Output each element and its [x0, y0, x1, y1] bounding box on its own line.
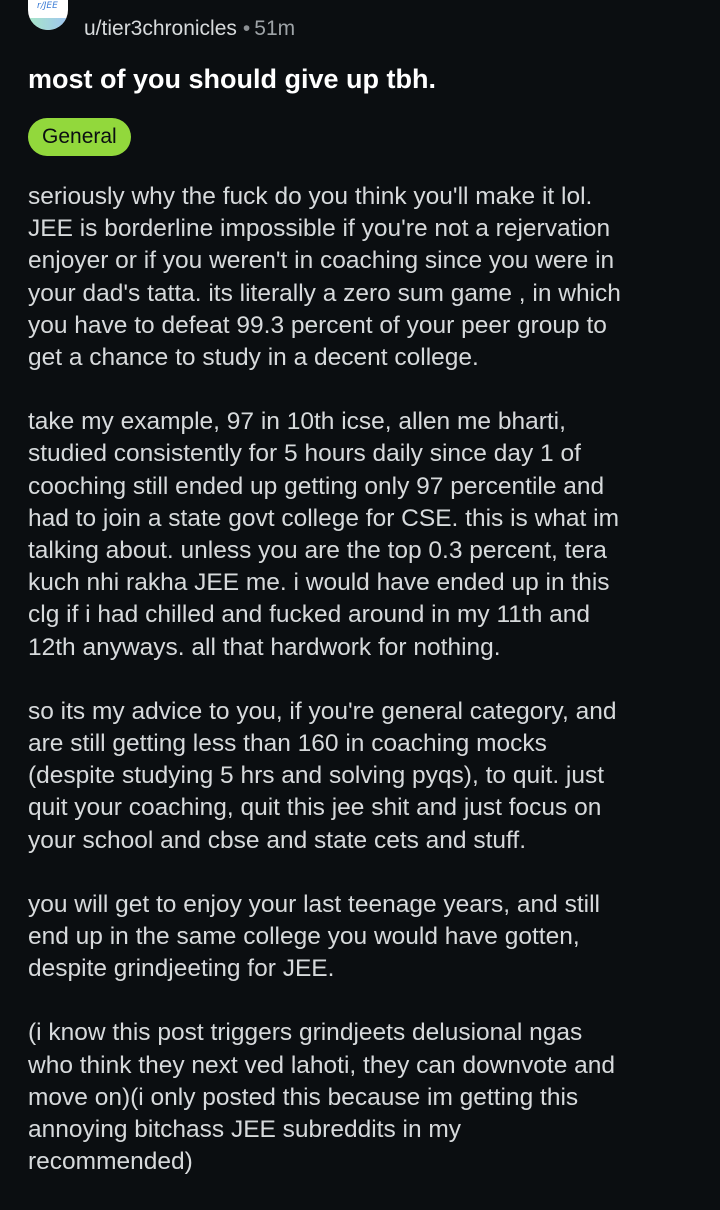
- post-title: most of you should give up tbh.: [28, 64, 436, 94]
- post-paragraph-4: you will get to enjoy your last teenage …: [28, 890, 600, 983]
- post-timestamp: 51m: [254, 17, 296, 40]
- author-line: u/tier3chronicles • 51m: [84, 17, 295, 41]
- subreddit-avatar-label: r/JEE: [37, 1, 58, 11]
- meta-separator: •: [242, 17, 251, 40]
- author-username[interactable]: u/tier3chronicles: [84, 17, 237, 40]
- subreddit-avatar[interactable]: r/JEE: [28, 0, 68, 30]
- subreddit-avatar-band: [28, 18, 68, 30]
- post-body: seriously why the fuck do you think you'…: [28, 181, 708, 1210]
- post-paragraph-2: take my example, 97 in 10th icse, allen …: [28, 408, 620, 661]
- post-paragraph-5: (i know this post triggers grindjeets de…: [28, 1019, 616, 1176]
- post-header: r/JEE u/tier3chronicles • 51m: [28, 0, 700, 50]
- post-flair-badge[interactable]: General: [28, 118, 131, 156]
- post-paragraph-3: so its my advice to you, if you're gener…: [28, 697, 617, 854]
- post-paragraph-1: seriously why the fuck do you think you'…: [28, 183, 621, 372]
